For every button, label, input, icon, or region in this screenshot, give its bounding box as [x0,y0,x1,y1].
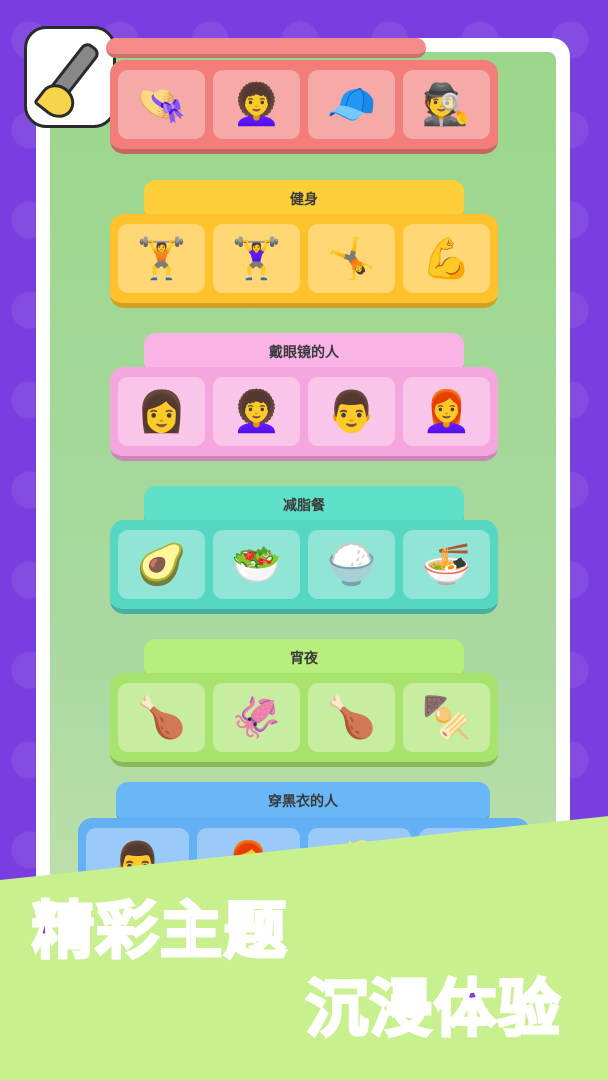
item-card[interactable]: 🍜 [403,530,490,599]
item-card[interactable]: 👒 [118,70,205,139]
item-card[interactable]: 👩‍🦱 [213,70,300,139]
item-card[interactable]: 👨 [308,377,395,446]
item-card[interactable]: 🍢 [403,683,490,752]
category-tag [106,38,426,58]
item-card[interactable]: 🥗 [213,530,300,599]
item-card[interactable]: 👩‍🦰 [403,377,490,446]
item-tray: 👩 👩‍🦱 👨 👩‍🦰 [110,367,498,461]
item-card[interactable]: 🍗 [308,683,395,752]
item-card[interactable]: 👩 [118,377,205,446]
item-card[interactable]: 💪 [403,224,490,293]
item-card[interactable]: 🏋️ [118,224,205,293]
item-card[interactable]: 🏋️‍♀️ [213,224,300,293]
item-card[interactable]: 🍗 [118,683,205,752]
item-card[interactable]: 🦑 [213,683,300,752]
item-card[interactable]: 👩‍🦱 [213,377,300,446]
item-tray: 🥑 🥗 🍚 🍜 [110,520,498,614]
item-card[interactable]: 🥑 [118,530,205,599]
item-tray: 🏋️ 🏋️‍♀️ 🤸 💪 [110,214,498,308]
item-card[interactable]: 🤸 [308,224,395,293]
item-tray: 🍗 🦑 🍗 🍢 [110,673,498,767]
item-card[interactable]: 🕵️ [403,70,490,139]
item-card[interactable]: 🍚 [308,530,395,599]
slogan-line-1: 精彩主题 [30,893,289,969]
slogan-line-2: 沉浸体验 [304,971,563,1047]
item-tray: 👒 👩‍🦱 🧢 🕵️ [110,60,498,154]
item-card[interactable]: 🧢 [308,70,395,139]
paint-brush-icon[interactable] [24,26,116,128]
